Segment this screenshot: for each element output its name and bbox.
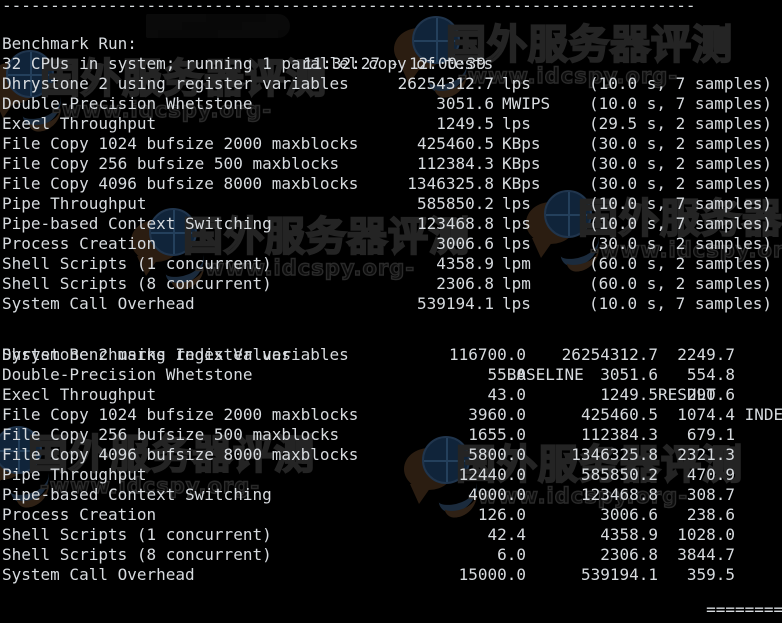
result-samples: (60.0 s, 2 samples) (588, 254, 772, 273)
result-value: 585850.2 (416, 194, 494, 213)
result-unit: lps (502, 74, 531, 93)
result-unit: lps (502, 294, 531, 313)
result-samples: (29.5 s, 2 samples) (588, 114, 772, 133)
result-samples: (10.0 s, 7 samples) (588, 194, 772, 213)
redacted-hostname (146, 14, 290, 38)
index-row-index: 2249.7 (677, 345, 735, 364)
result-unit: lps (502, 214, 531, 233)
result-value: 425460.5 (416, 134, 494, 153)
index-row-index: 470.9 (686, 465, 735, 484)
result-samples: (10.0 s, 7 samples) (588, 294, 772, 313)
terminal-screenshot: 国外服务器评测 -www.idcspy.org- 国外服务器评测 -www.id… (0, 0, 782, 623)
result-samples: (60.0 s, 2 samples) (588, 274, 772, 293)
index-row-index: 290.6 (686, 385, 735, 404)
index-row-index: 1074.4 (677, 405, 735, 424)
index-row-index: 679.1 (686, 425, 735, 444)
result-samples: (30.0 s, 2 samples) (588, 154, 772, 173)
index-row-index: 1028.0 (677, 525, 735, 544)
result-value: 1249.5 (436, 114, 494, 133)
result-value: 3006.6 (436, 234, 494, 253)
result-unit: lps (502, 114, 531, 133)
result-samples: (10.0 s, 7 samples) (588, 214, 772, 233)
result-value: 1346325.8 (407, 174, 494, 193)
result-unit: KBps (502, 154, 541, 173)
result-value: 26254312.7 (397, 74, 494, 93)
result-unit: lps (502, 234, 531, 253)
result-unit: KBps (502, 174, 541, 193)
result-value: 123468.8 (416, 214, 494, 233)
result-samples: (30.0 s, 2 samples) (588, 134, 772, 153)
index-row-index: 359.5 (686, 565, 735, 584)
index-row-index: 238.6 (686, 505, 735, 524)
result-samples: (10.0 s, 7 samples) (588, 94, 772, 113)
result-value: 4358.9 (436, 254, 494, 273)
result-unit: KBps (502, 134, 541, 153)
benchmark-run-line: Benchmark Run: 11:32:27 - 12:00:39 (0, 14, 486, 73)
result-value: 539194.1 (416, 294, 494, 313)
cpu-info-line: 32 CPUs in system; running 1 parallel co… (2, 54, 494, 73)
result-samples: (30.0 s, 2 samples) (588, 174, 772, 193)
result-samples: (30.0 s, 2 samples) (588, 234, 772, 253)
result-unit: lpm (502, 254, 531, 273)
result-unit: lps (502, 194, 531, 213)
result-unit: lpm (502, 274, 531, 293)
index-row-index: 308.7 (686, 485, 735, 504)
score-line: System Benchmarks Index Score 747.2 (0, 600, 281, 623)
result-value: 3051.6 (436, 94, 494, 113)
terminal-output: ----------------------------------------… (0, 0, 782, 623)
score-separator: ========= (706, 600, 782, 619)
index-row-index: 2321.3 (677, 445, 735, 464)
index-table-header: System Benchmarks Index Values BASELINE … (0, 325, 782, 424)
result-value: 2306.8 (436, 274, 494, 293)
result-value: 112384.3 (416, 154, 494, 173)
divider-top: ----------------------------------------… (2, 0, 696, 15)
index-row-index: 554.8 (686, 365, 735, 384)
result-unit: MWIPS (502, 94, 551, 113)
result-samples: (10.0 s, 7 samples) (588, 74, 772, 93)
index-row-index: 3844.7 (677, 545, 735, 564)
